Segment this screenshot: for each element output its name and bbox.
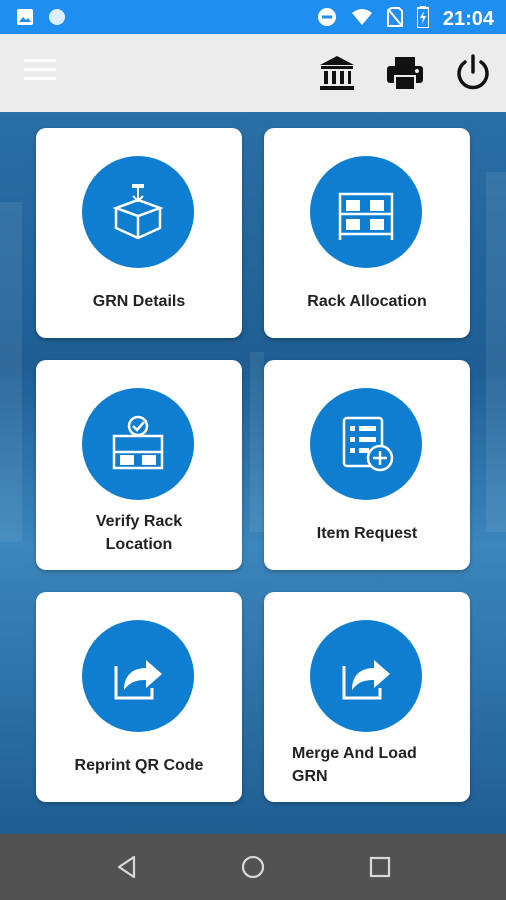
- tile-label: Verify Rack Location: [95, 513, 183, 553]
- tile-reprint-qr-code[interactable]: Reprint QR Code: [36, 592, 242, 802]
- status-bar: 21:04: [0, 0, 506, 34]
- wifi-icon: [351, 7, 373, 32]
- battery-charging-icon: [415, 6, 430, 33]
- share-icon: [310, 620, 422, 732]
- app-bar: [0, 34, 506, 112]
- tile-label: GRN Details: [92, 293, 186, 310]
- tile-label: Reprint QR Code: [74, 757, 204, 774]
- printer-icon[interactable]: [384, 52, 426, 94]
- list-add-icon: [310, 388, 422, 500]
- clock: 21:04: [442, 8, 494, 30]
- share-icon: [82, 620, 194, 732]
- tile-label: Merge And Load GRN: [292, 745, 417, 785]
- tile-label: Rack Allocation: [307, 293, 427, 310]
- recents-icon[interactable]: [367, 854, 393, 880]
- tile-merge-and-load-grn[interactable]: Merge And Load GRN: [264, 592, 470, 802]
- tile-label: Item Request: [316, 525, 418, 542]
- tile-verify-rack-location[interactable]: Verify Rack Location: [36, 360, 242, 570]
- verify-rack-icon: [82, 388, 194, 500]
- back-icon[interactable]: [114, 854, 140, 880]
- no-sim-icon: [386, 7, 403, 32]
- power-icon[interactable]: [452, 52, 494, 94]
- circle-icon: [48, 8, 66, 31]
- tile-rack-allocation[interactable]: Rack Allocation: [264, 128, 470, 338]
- menu-icon[interactable]: [24, 59, 56, 87]
- home-icon[interactable]: [240, 854, 266, 880]
- dashboard-grid: GRN Details Rack Allocation Verify Rack …: [0, 112, 506, 834]
- image-icon: [16, 8, 34, 31]
- do-not-disturb-icon: [317, 7, 337, 32]
- rack-icon: [310, 156, 422, 268]
- bank-icon[interactable]: [316, 52, 358, 94]
- navigation-bar: [0, 834, 506, 900]
- tile-grn-details[interactable]: GRN Details: [36, 128, 242, 338]
- package-icon: [82, 156, 194, 268]
- tile-item-request[interactable]: Item Request: [264, 360, 470, 570]
